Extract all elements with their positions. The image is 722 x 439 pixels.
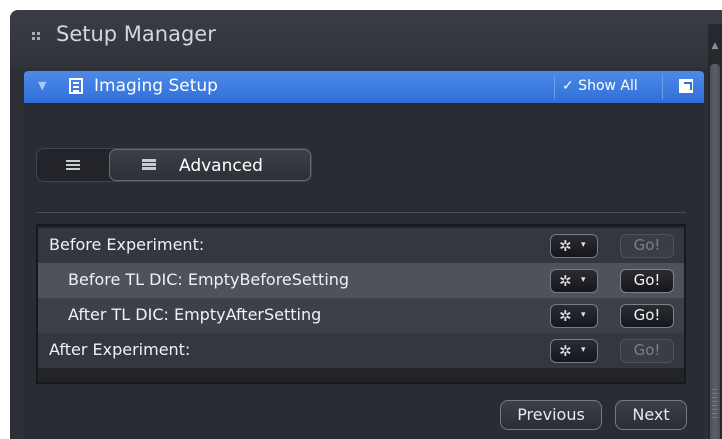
next-button[interactable]: Next	[615, 400, 687, 430]
scroll-up-arrow-icon[interactable]: ▲	[710, 40, 720, 52]
row-label: Before TL DIC: EmptyBeforeSetting	[68, 270, 350, 289]
row-label: After Experiment:	[49, 340, 191, 359]
vertical-scrollbar[interactable]: ▲	[708, 24, 722, 439]
window-title: Setup Manager	[56, 22, 216, 46]
row-settings-button[interactable]: ✲ ▾	[550, 304, 598, 328]
go-button[interactable]: Go!	[620, 304, 674, 328]
mode-switch: Advanced	[36, 148, 312, 182]
gear-icon: ✲	[559, 237, 572, 255]
panel-title: Imaging Setup	[94, 76, 218, 96]
mode-simple-button[interactable]	[37, 149, 109, 181]
go-button[interactable]: Go!	[620, 269, 674, 293]
table-row[interactable]: After TL DIC: EmptyAfterSetting ✲ ▾ Go!	[38, 298, 684, 333]
gear-icon: ✲	[559, 307, 572, 325]
row-settings-button[interactable]: ✲ ▾	[550, 339, 598, 363]
title-bar[interactable]: Setup Manager	[10, 10, 722, 68]
chevron-down-icon: ▾	[581, 310, 586, 320]
experiment-steps-table: Before Experiment: ✲ ▾ Go! Before TL DIC:…	[36, 224, 686, 384]
row-label: Before Experiment:	[49, 235, 205, 254]
row-label: After TL DIC: EmptyAfterSetting	[68, 305, 322, 324]
gear-icon: ✲	[559, 342, 572, 360]
mode-advanced-label: Advanced	[179, 156, 263, 176]
go-button[interactable]: Go!	[620, 234, 674, 258]
popout-icon[interactable]	[679, 79, 693, 93]
drag-grip-icon[interactable]	[32, 32, 40, 40]
go-button[interactable]: Go!	[620, 339, 674, 363]
row-settings-button[interactable]: ✲ ▾	[550, 234, 598, 258]
form-icon	[69, 78, 83, 94]
chevron-down-icon: ▾	[581, 345, 586, 355]
scrollbar-thumb[interactable]	[710, 64, 720, 439]
mode-advanced-button[interactable]: Advanced	[109, 149, 311, 181]
gear-icon: ✲	[559, 272, 572, 290]
chevron-down-icon: ▾	[581, 240, 586, 250]
previous-button[interactable]: Previous	[500, 400, 602, 430]
separator-line	[36, 212, 686, 213]
list-lines-icon	[66, 160, 80, 162]
table-row[interactable]: After Experiment: ✲ ▾ Go!	[38, 333, 684, 368]
scrollbar-grip-icon	[712, 389, 718, 419]
row-settings-button[interactable]: ✲ ▾	[550, 269, 598, 293]
header-divider	[662, 75, 663, 99]
show-all-toggle[interactable]: ✓ Show All	[562, 78, 638, 94]
chevron-down-icon: ▾	[581, 275, 586, 285]
imaging-setup-header[interactable]: ▼ Imaging Setup ✓ Show All	[24, 71, 704, 103]
table-row[interactable]: Before Experiment: ✲ ▾ Go!	[38, 228, 684, 263]
header-divider	[554, 75, 555, 99]
collapse-arrow-icon[interactable]: ▼	[38, 79, 46, 92]
table-row[interactable]: Before TL DIC: EmptyBeforeSetting ✲ ▾ Go!	[38, 263, 684, 298]
list-lines-icon	[142, 159, 156, 162]
